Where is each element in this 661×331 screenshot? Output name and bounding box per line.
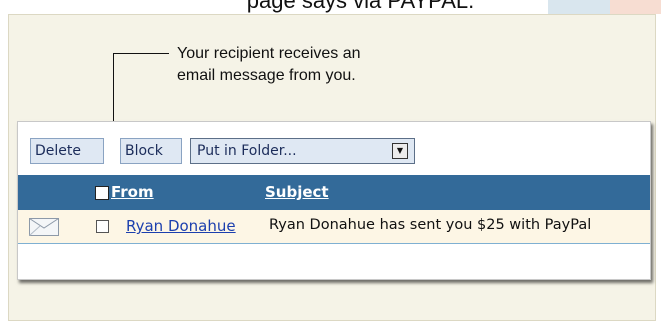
column-header-from[interactable]: From <box>111 183 154 201</box>
table-row[interactable]: Ryan Donahue Ryan Donahue has sent you $… <box>18 210 650 244</box>
callout-leader-vertical <box>113 53 114 127</box>
decorative-blue-block <box>548 0 610 14</box>
row-select-checkbox[interactable] <box>96 220 109 233</box>
decorative-peach-block <box>610 0 661 14</box>
inbox-toolbar: Delete Block Put in Folder... ▼ <box>18 138 650 168</box>
chevron-down-icon[interactable]: ▼ <box>392 143 408 159</box>
callout-text: Your recipient receives an email message… <box>177 43 361 87</box>
callout-leader-horizontal <box>114 53 169 54</box>
folder-select-value: Put in Folder... <box>197 143 297 159</box>
row-subject[interactable]: Ryan Donahue has sent you $25 with PayPa… <box>269 217 591 233</box>
row-from-link[interactable]: Ryan Donahue <box>126 217 236 235</box>
envelope-icon <box>29 218 59 236</box>
put-in-folder-select[interactable]: Put in Folder... ▼ <box>190 138 415 164</box>
message-list-header: From Subject <box>18 175 650 210</box>
block-button[interactable]: Block <box>120 138 182 164</box>
delete-button[interactable]: Delete <box>30 138 104 164</box>
callout-line-1: Your recipient receives an <box>177 45 361 62</box>
select-all-checkbox[interactable] <box>95 186 109 200</box>
callout-line-2: email message from you. <box>177 67 356 84</box>
column-header-subject[interactable]: Subject <box>265 183 329 201</box>
inbox-window: Delete Block Put in Folder... ▼ From Sub… <box>17 121 651 280</box>
